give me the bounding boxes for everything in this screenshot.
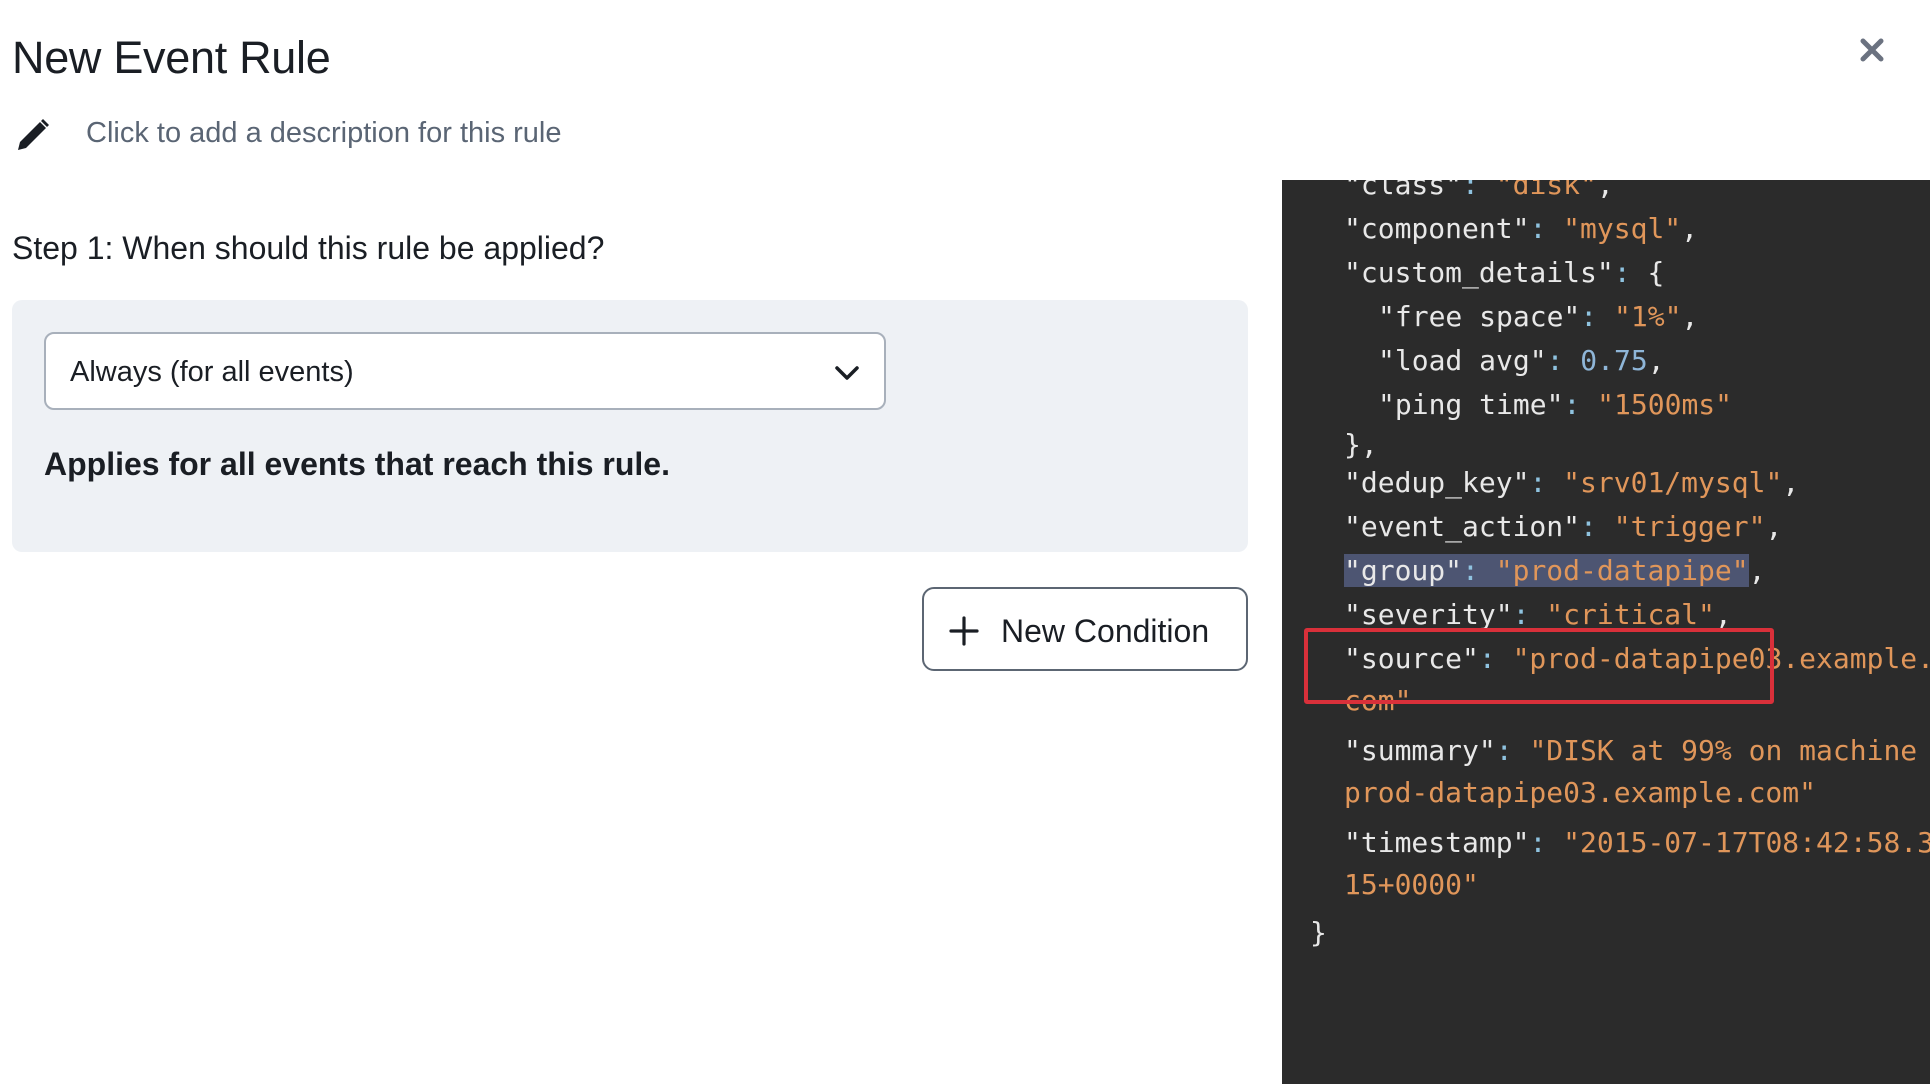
json-key: "ping time" (1378, 388, 1564, 421)
payload-line-severity: "severity": "critical", (1344, 598, 1732, 631)
close-button[interactable] (1852, 30, 1892, 70)
json-key: "group" (1344, 554, 1463, 587)
json-value: "1500ms" (1597, 388, 1733, 421)
payload-line-free-space: "free space": "1%", (1378, 300, 1699, 333)
json-value: "DISK at 99% on machine (1529, 734, 1918, 767)
new-condition-button[interactable]: New Condition (922, 587, 1248, 671)
json-value: "1%" (1614, 300, 1682, 333)
json-value: "prod-datapipe" (1495, 554, 1749, 587)
json-value: 0.75 (1580, 344, 1648, 377)
json-value: "srv01/mysql" (1563, 466, 1783, 499)
highlight-box (1304, 628, 1774, 704)
payload-line-summary: "summary": "DISK at 99% on machine (1344, 734, 1918, 767)
json-key: "summary" (1344, 734, 1496, 767)
payload-line-event-action: "event_action": "trigger", (1344, 510, 1783, 543)
payload-line-ping-time: "ping time": "1500ms" (1378, 388, 1733, 421)
json-value: prod-datapipe03.example.com" (1344, 776, 1817, 809)
payload-line-class: "class": "disk", (1344, 180, 1614, 201)
json-value: "mysql" (1563, 212, 1682, 245)
json-key: "dedup_key" (1344, 466, 1530, 499)
json-key: "free space" (1378, 300, 1581, 333)
pencil-icon[interactable] (14, 116, 52, 154)
payload-line-group[interactable]: "group": "prod-datapipe", (1344, 554, 1765, 587)
json-value: 15+0000" (1344, 868, 1479, 901)
event-payload-viewer: "class": "disk", "component": "mysql", "… (1282, 180, 1930, 1084)
rule-description-placeholder[interactable]: Click to add a description for this rule (86, 117, 562, 150)
json-value: "critical" (1546, 598, 1715, 631)
condition-select-value: Always (for all events) (70, 356, 354, 388)
payload-line-summary-wrap: prod-datapipe03.example.com" (1344, 776, 1816, 809)
payload-line-timestamp: "timestamp": "2015-07-17T08:42:58.3 (1344, 826, 1930, 859)
json-key: "load avg" (1378, 344, 1547, 377)
condition-select[interactable]: Always (for all events) (44, 332, 886, 410)
chevron-down-icon (835, 366, 859, 380)
json-value: "2015-07-17T08:42:58.3 (1563, 826, 1930, 859)
json-value: "trigger" (1613, 510, 1766, 543)
payload-line-component: "component": "mysql", (1344, 212, 1699, 245)
applies-text: Applies for all events that reach this r… (44, 446, 670, 482)
json-key: "custom_details" (1344, 256, 1614, 289)
payload-line-root-close: } (1310, 916, 1327, 949)
json-key: "severity" (1344, 598, 1513, 631)
json-key: "timestamp" (1344, 826, 1530, 859)
json-value: "disk" (1495, 180, 1597, 201)
payload-line-load-avg: "load avg": 0.75, (1378, 344, 1665, 377)
json-key: "component" (1344, 212, 1530, 245)
payload-line-custom-details: "custom_details": { (1344, 256, 1665, 289)
new-condition-label: New Condition (1001, 613, 1210, 649)
json-key: "class" (1344, 180, 1463, 201)
json-key: "event_action" (1344, 510, 1581, 543)
payload-line-dedup-key: "dedup_key": "srv01/mysql", (1344, 466, 1800, 499)
plus-icon (949, 616, 979, 646)
step-1-heading: Step 1: When should this rule be applied… (12, 230, 605, 266)
condition-panel: Always (for all events) Applies for all … (12, 300, 1248, 552)
dialog-title: New Event Rule (12, 32, 331, 83)
close-icon (1860, 38, 1884, 62)
payload-line-timestamp-wrap: 15+0000" (1344, 868, 1479, 901)
payload-line-close-brace: }, (1344, 428, 1378, 461)
